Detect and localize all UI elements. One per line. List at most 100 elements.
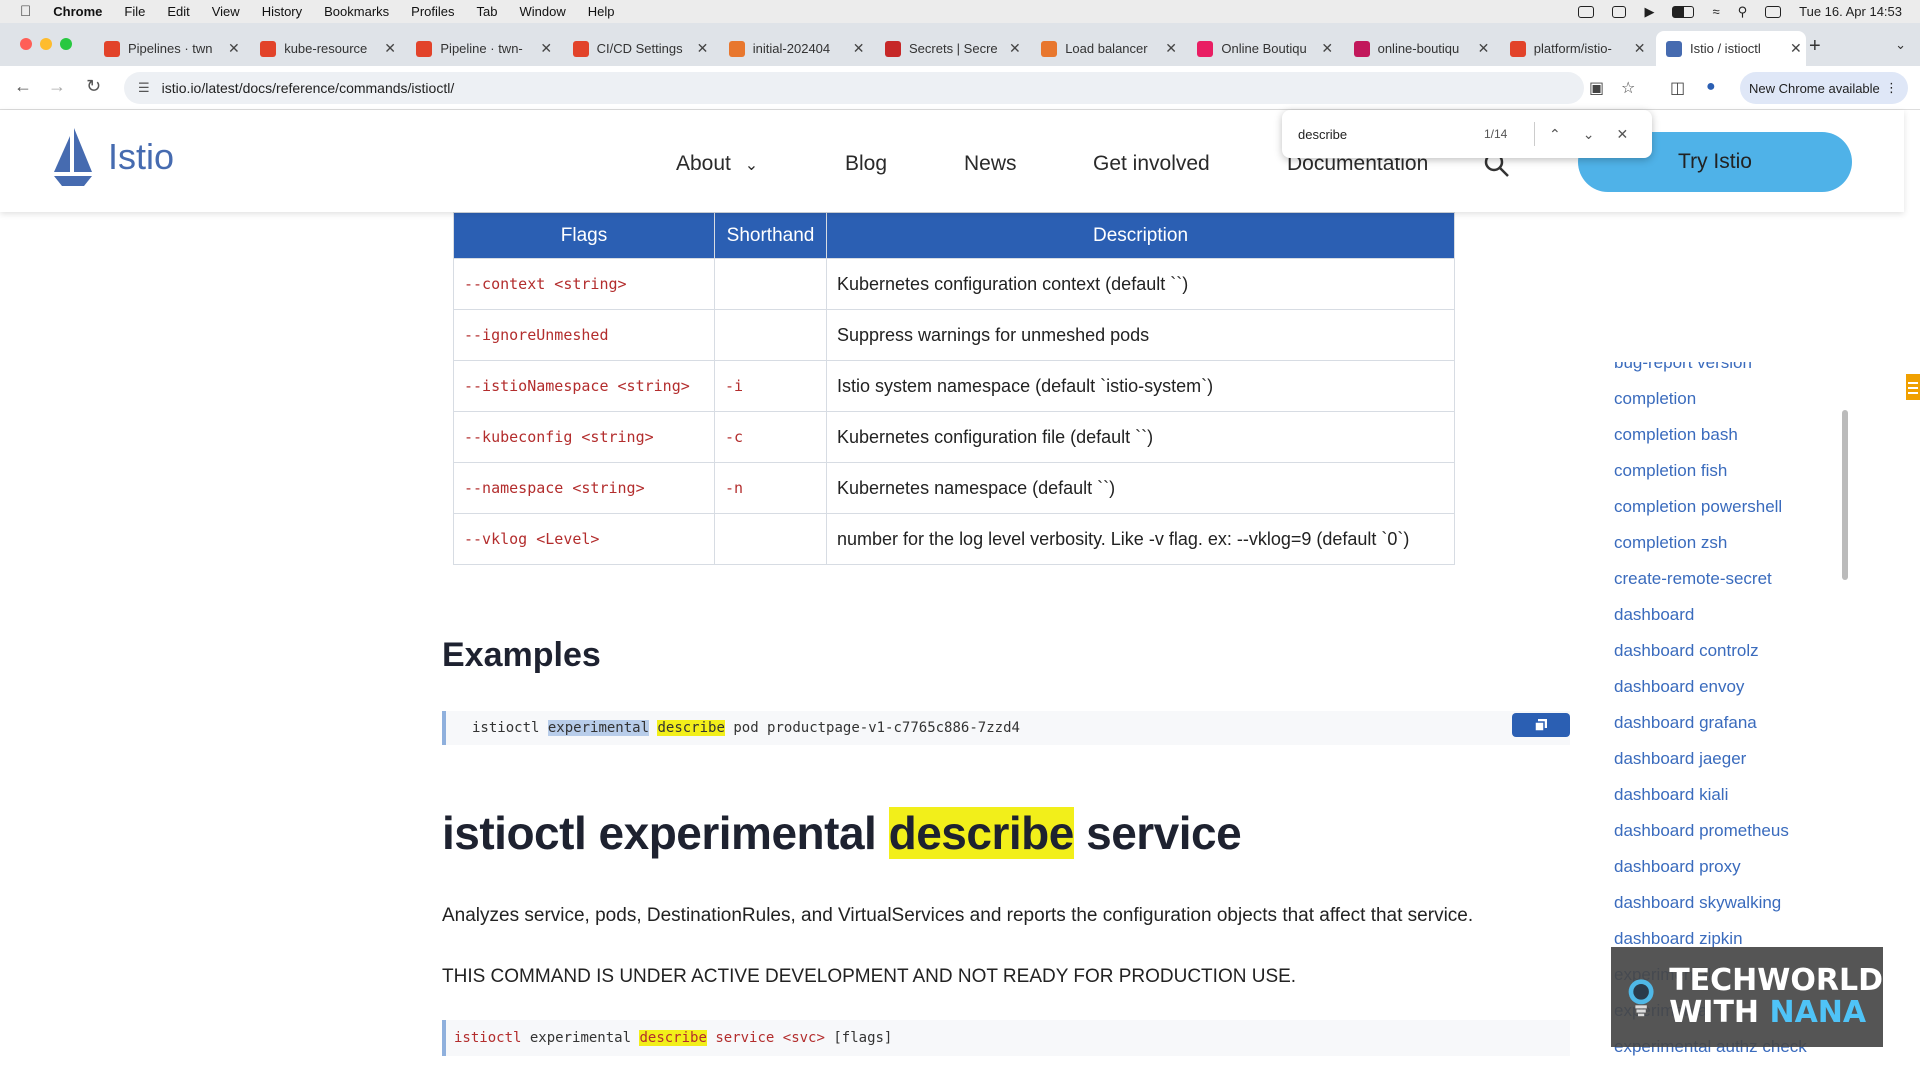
page-scrollbar-find-markers[interactable] [1906,374,1920,400]
tab-close-icon[interactable]: ✕ [228,40,240,57]
address-url[interactable]: istio.io/latest/docs/reference/commands/… [162,80,455,96]
menu-profiles[interactable]: Profiles [411,4,454,19]
tab-close-icon[interactable]: ✕ [1790,40,1802,57]
toc-link[interactable]: dashboard skywalking [1614,893,1781,913]
code-arguments: pod productpage-v1-c7765c886-7zzd4 [733,720,1020,736]
shorthand-cell: -i [714,360,827,412]
code-command: istioctl [472,720,540,736]
nav-get-involved[interactable]: Get involved [1093,152,1210,176]
side-panel-icon[interactable]: ◫ [1670,78,1685,98]
menu-app-chrome[interactable]: Chrome [53,4,102,19]
lightbulb-logo-icon [1628,979,1654,1017]
toc-link[interactable]: dashboard envoy [1614,677,1744,697]
toc-link[interactable]: completion fish [1614,461,1727,481]
tab-close-icon[interactable]: ✕ [1321,40,1333,57]
browser-tab[interactable]: Secrets | Secre ✕ [875,31,1023,66]
menubar-clock[interactable]: Tue 16. Apr 14:53 [1799,4,1902,19]
istio-logo[interactable]: Istio [52,128,174,186]
example-code-block[interactable]: istioctl experimental describe pod produ… [442,711,1570,745]
menu-view[interactable]: View [212,4,240,19]
flags-table: Flags Shorthand Description --context <s… [453,212,1455,565]
minimize-window-button[interactable] [40,38,52,50]
find-input[interactable]: describe [1298,127,1484,142]
spotlight-icon[interactable]: ⚲ [1738,4,1748,20]
browser-tab[interactable]: online-boutiqu ✕ [1344,31,1492,66]
tab-close-icon[interactable]: ✕ [1009,40,1021,57]
translate-icon[interactable]: ▣ [1589,78,1604,98]
toc-link[interactable]: completion bash [1614,425,1738,445]
browser-tab[interactable]: Istio / istioctl ✕ [1656,31,1806,66]
control-center-icon[interactable] [1765,5,1782,18]
section-title-find-match: describe [888,807,1074,859]
toc-scrollbar[interactable] [1842,410,1848,580]
tab-close-icon[interactable]: ✕ [384,40,396,57]
toc-link[interactable]: dashboard grafana [1614,713,1757,733]
toc-link[interactable]: dashboard jaeger [1614,749,1746,769]
zoom-window-button[interactable] [60,38,72,50]
battery-icon[interactable] [1672,5,1695,18]
toc-link[interactable]: create-remote-secret [1614,569,1772,589]
toc-link[interactable]: dashboard [1614,605,1694,625]
toc-link[interactable]: completion [1614,389,1696,409]
toc-link[interactable]: dashboard zipkin [1614,929,1743,949]
menu-file[interactable]: File [124,4,145,19]
find-close-icon[interactable]: ✕ [1616,126,1628,143]
tab-close-icon[interactable]: ✕ [1478,40,1490,57]
back-button[interactable]: ← [14,76,32,97]
menu-help[interactable]: Help [588,4,615,19]
menu-edit[interactable]: Edit [167,4,189,19]
toc-link[interactable]: dashboard kiali [1614,785,1728,805]
toc-link[interactable]: dashboard proxy [1614,857,1741,877]
reload-button[interactable]: ↻ [86,76,101,97]
apple-icon[interactable]:  [20,3,31,20]
tab-title: initial-202404 [752,41,831,56]
address-bar[interactable]: ☰ istio.io/latest/docs/reference/command… [124,72,1584,104]
new-chrome-available-button[interactable]: New Chrome available ⋮ [1740,72,1908,104]
browser-tab[interactable]: Pipelines · twn ✕ [94,31,242,66]
menu-bookmarks[interactable]: Bookmarks [324,4,389,19]
nav-blog[interactable]: Blog [845,152,887,176]
find-divider [1534,122,1535,146]
site-info-icon[interactable]: ☰ [138,80,150,96]
browser-tab[interactable]: Pipeline · twn- ✕ [406,31,554,66]
menu-history[interactable]: History [262,4,302,19]
toc-link[interactable]: completion zsh [1614,533,1727,553]
browser-tab[interactable]: platform/istio- ✕ [1500,31,1648,66]
forward-button[interactable]: → [48,76,66,97]
new-tab-button[interactable]: + [1809,35,1821,58]
screen-record-icon[interactable] [1578,5,1595,18]
tab-favicon-icon [1041,40,1058,57]
menu-tab[interactable]: Tab [477,4,498,19]
istio-sail-icon [54,128,92,186]
toc-link[interactable]: bug-report version [1614,362,1752,373]
tab-close-icon[interactable]: ✕ [1634,40,1646,57]
toc-link[interactable]: completion powershell [1614,497,1782,517]
browser-tab[interactable]: initial-202404 ✕ [719,31,867,66]
close-window-button[interactable] [20,38,32,50]
tab-close-icon[interactable]: ✕ [540,40,552,57]
tab-close-icon[interactable]: ✕ [697,40,709,57]
profile-avatar-icon[interactable]: ● [1706,78,1716,96]
input-source-icon[interactable] [1612,5,1627,18]
nav-news[interactable]: News [964,152,1017,176]
more-menu-icon[interactable]: ⋮ [1885,80,1898,96]
toc-link[interactable]: dashboard controlz [1614,641,1759,661]
find-next-icon[interactable]: ⌄ [1583,126,1595,143]
browser-tab[interactable]: CI/CD Settings ✕ [563,31,711,66]
browser-tab[interactable]: Load balancer ✕ [1031,31,1179,66]
tab-search-chevron-icon[interactable]: ⌄ [1895,37,1906,53]
tab-close-icon[interactable]: ✕ [853,40,865,57]
copy-code-button[interactable] [1512,713,1570,737]
toc-link[interactable]: dashboard prometheus [1614,821,1789,841]
usage-code-block[interactable]: istioctl experimental describe service <… [442,1020,1570,1056]
nav-about[interactable]: About ⌄ [676,152,758,176]
play-icon[interactable]: ▶ [1644,4,1654,20]
browser-tab[interactable]: kube-resource ✕ [250,31,398,66]
tab-close-icon[interactable]: ✕ [1165,40,1177,57]
wifi-icon[interactable]: ≈ [1712,4,1719,19]
find-previous-icon[interactable]: ⌃ [1549,126,1561,143]
browser-tab[interactable]: Online Boutiqu ✕ [1187,31,1335,66]
bookmark-star-icon[interactable]: ☆ [1621,78,1635,98]
menu-window[interactable]: Window [520,4,566,19]
tab-favicon-icon [572,40,589,57]
